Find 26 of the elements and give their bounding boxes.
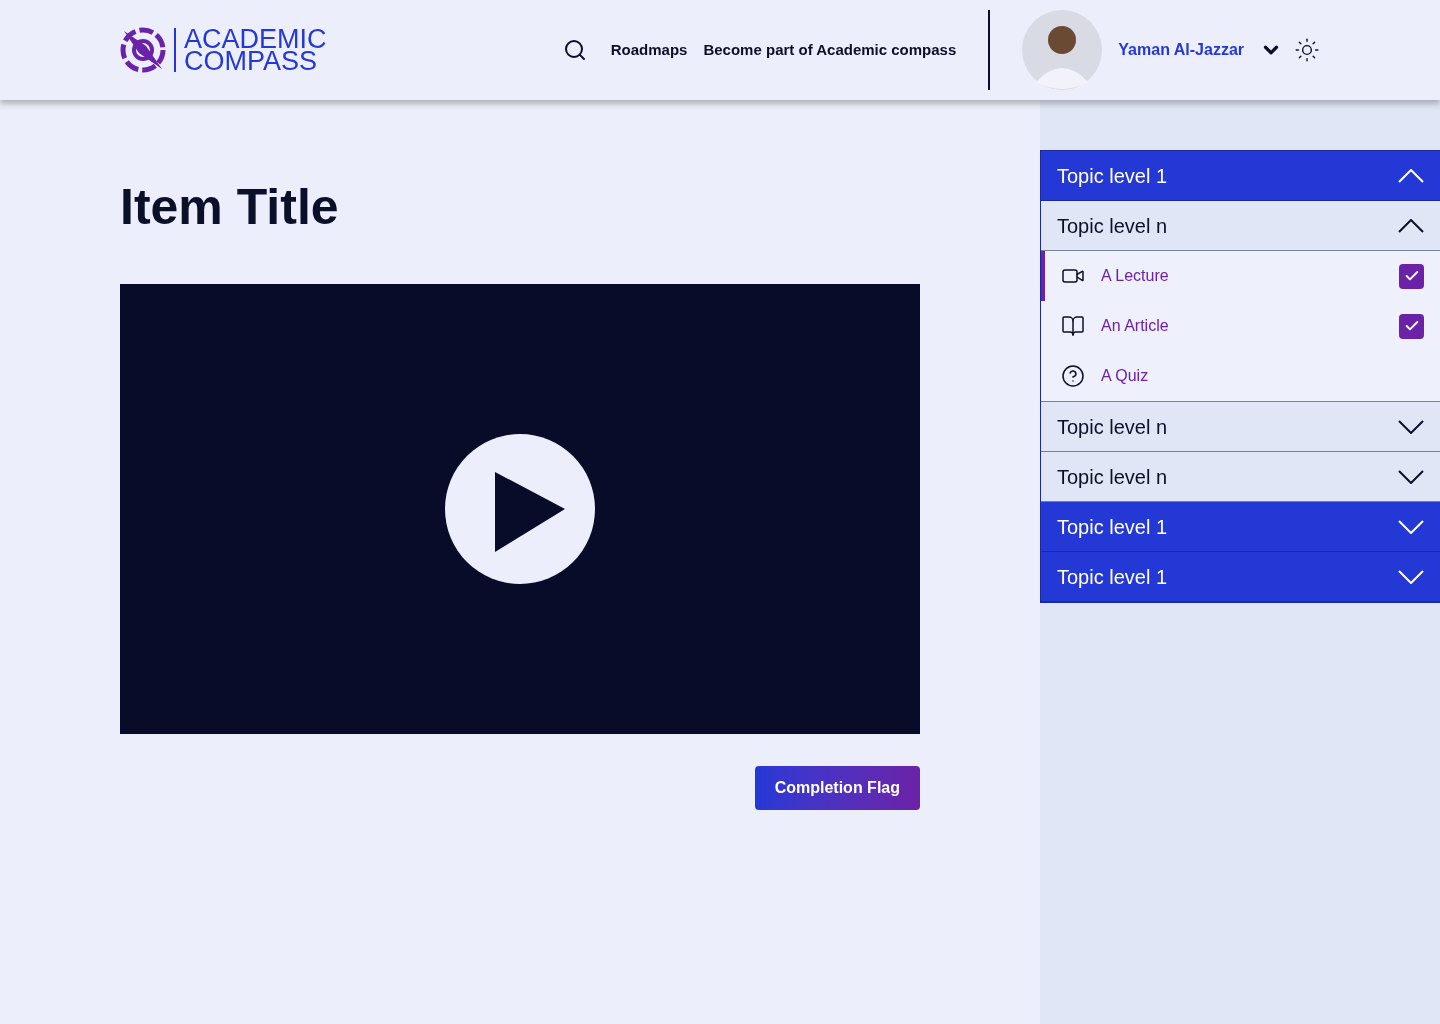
lesson-title: An Article: [1101, 316, 1170, 336]
open-book-icon: [1061, 314, 1085, 338]
topic-header[interactable]: Topic level 1: [1041, 502, 1440, 552]
topic-header[interactable]: Topic level 1: [1041, 552, 1440, 602]
topic-header[interactable]: Topic level 1: [1041, 151, 1440, 201]
nav-link[interactable]: Become part of Academic compass: [703, 38, 957, 62]
search-icon[interactable]: [562, 38, 587, 62]
compass-logo-icon: [120, 27, 166, 73]
lesson-item[interactable]: An Article: [1041, 301, 1440, 351]
checkbox[interactable]: [1399, 313, 1424, 339]
video-player[interactable]: [120, 284, 920, 734]
lesson-title: A Quiz: [1101, 366, 1150, 386]
logo-divider: [174, 28, 176, 72]
nav-link[interactable]: Roadmaps: [610, 38, 688, 62]
theme-toggle-icon[interactable]: [1294, 37, 1320, 63]
item-title: Item Title: [120, 182, 340, 232]
completion-button[interactable]: Completion Flag: [754, 766, 920, 810]
play-icon[interactable]: [445, 434, 595, 584]
checkbox[interactable]: [1399, 263, 1424, 289]
question-circle-icon: [1061, 364, 1085, 388]
logo-text: ACADEMIC: [184, 28, 327, 50]
avatar[interactable]: [1022, 10, 1103, 90]
user-name[interactable]: Yaman Al-Jazzar: [1118, 38, 1244, 62]
logo-text: COMPASS: [184, 50, 318, 72]
lesson-item[interactable]: A Quiz: [1041, 351, 1440, 401]
lesson-title: A Lecture: [1101, 266, 1170, 286]
